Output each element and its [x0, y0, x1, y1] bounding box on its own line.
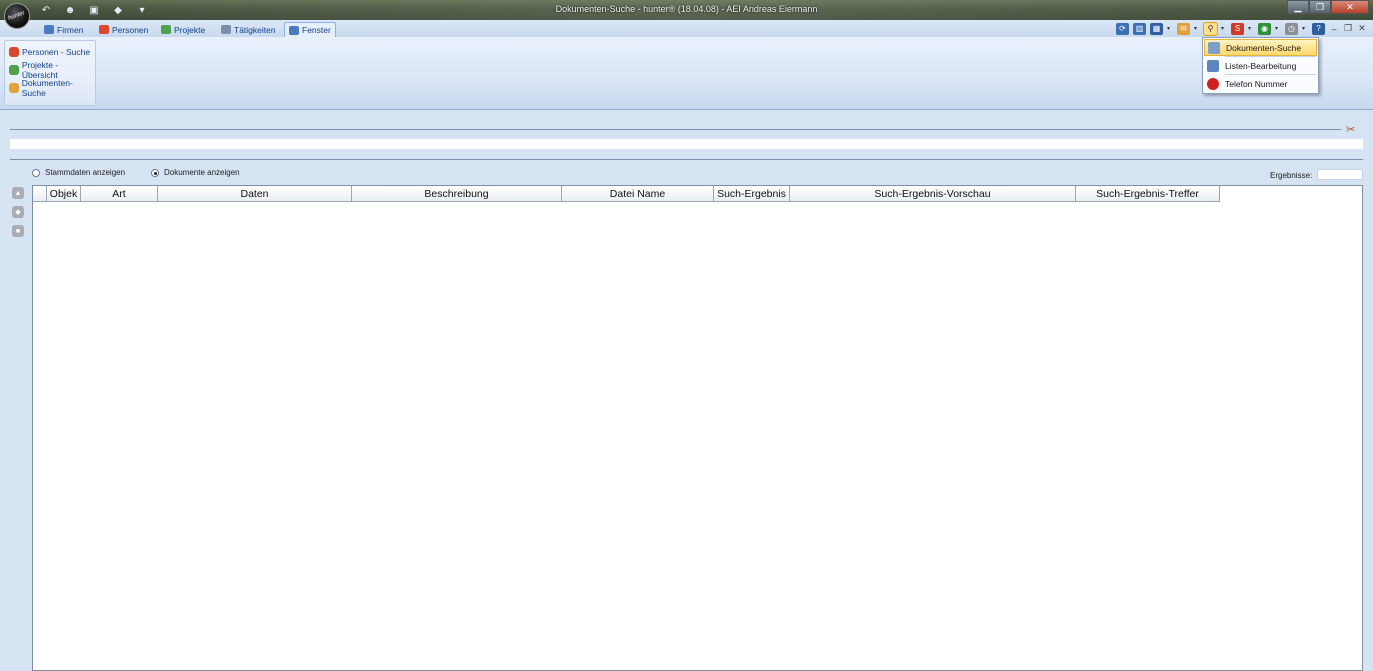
list-edit-icon [1207, 59, 1219, 72]
project-overview-icon [9, 65, 19, 75]
task-icon [221, 25, 231, 34]
tab-personen[interactable]: Personen [95, 22, 152, 37]
box-icon[interactable]: ■ [12, 225, 24, 237]
company-icon [44, 25, 54, 34]
minimize-ribbon-icon[interactable]: – [1329, 23, 1339, 35]
grid-header: Objek Art Daten Beschreibung Datei Name Such-… [33, 186, 1220, 202]
results-grid[interactable]: Objek Art Daten Beschreibung Datei Name Such-… [32, 185, 1363, 671]
document-search-icon [1208, 41, 1220, 54]
radio-dokumente[interactable] [151, 168, 159, 177]
column-header[interactable]: Daten [158, 186, 352, 202]
side-toolbar: ▲ ◆ ■ [12, 187, 24, 237]
minimize-button[interactable]: ▁ [1287, 0, 1309, 14]
ribbon-item-label: Dokumenten-Suche [21, 78, 73, 98]
tab-label: Personen [112, 24, 149, 35]
calendar-icon[interactable]: ▦ [1150, 22, 1163, 35]
column-header[interactable]: Objek [47, 186, 81, 202]
tab-firmen[interactable]: Firmen [40, 22, 87, 37]
radio-stammdaten[interactable] [32, 168, 40, 177]
ribbon-item-label: Personen - Suche [22, 47, 91, 57]
search-input[interactable] [10, 139, 1363, 149]
grid-corner[interactable] [33, 186, 47, 202]
results-label: Ergebnisse: [1270, 171, 1313, 180]
menu-item-document-search[interactable]: Dokumenten-Suche [1204, 39, 1317, 56]
chevron-down-icon[interactable]: ▾ [1275, 25, 1281, 32]
ribbon-body: Personen - Suche Projekte - Übersicht Doku… [0, 37, 1373, 110]
window-icon [289, 25, 299, 35]
help-icon[interactable]: ? [1312, 22, 1325, 35]
column-header[interactable]: Beschreibung [352, 186, 562, 202]
window-title: Dokumenten-Suche - hunter® (18.04.08) - … [555, 4, 818, 14]
option-stammdaten-label: Stammdaten anzeigen [45, 168, 126, 177]
menu-item-label: Dokumenten-Suche [1226, 42, 1302, 53]
tab-tätigkeiten[interactable]: Tätigkeiten [217, 22, 280, 37]
option-stammdaten[interactable]: Stammdaten anzeigen [32, 168, 125, 177]
tab-label: Fenster [302, 25, 331, 35]
app-logo-text: hunter [7, 10, 26, 22]
column-header[interactable]: Datei Name [562, 186, 714, 202]
divider [10, 129, 1341, 130]
menu-item-label: Telefon Nummer [1225, 78, 1288, 89]
column-header[interactable]: Such-Ergebnis [714, 186, 790, 202]
option-dokumente-label: Dokumente anzeigen [164, 168, 240, 177]
lock-icon[interactable]: ▲ [12, 187, 24, 199]
menu-item-phone[interactable]: Telefon Nummer [1204, 75, 1317, 92]
chevron-down-icon[interactable]: ▾ [1248, 25, 1254, 32]
main-area: ✂ Stammdaten anzeigen Dokumente anzeigen… [0, 111, 1373, 671]
menu-item-label: Listen-Bearbeitung [1225, 60, 1297, 71]
app-logo-button[interactable]: hunter [4, 3, 30, 29]
close-button[interactable]: ✕ [1331, 0, 1369, 14]
restore-button[interactable]: ❐ [1309, 0, 1331, 14]
search-dropdown-menu: Dokumenten-Suche Listen-Bearbeitung Telefo… [1202, 37, 1319, 94]
ribbon-item-person-search[interactable]: Personen - Suche [9, 45, 90, 59]
clock-icon[interactable]: ◷ [1285, 22, 1298, 35]
close-ribbon-icon[interactable]: ✕ [1357, 23, 1367, 35]
column-header[interactable]: Such-Ergebnis-Treffer [1076, 186, 1220, 202]
search-icon[interactable]: ⚲ [1203, 21, 1218, 36]
chevron-down-icon[interactable]: ▾ [1194, 25, 1200, 32]
chevron-down-icon[interactable]: ▾ [1221, 25, 1227, 32]
ribbon-item-project-overview[interactable]: Projekte - Übersicht [9, 60, 95, 80]
menu-item-list-edit[interactable]: Listen-Bearbeitung [1204, 57, 1317, 74]
restore-ribbon-icon[interactable]: ❐ [1343, 23, 1353, 35]
tab-label: Projekte [174, 24, 206, 35]
document-search-icon [9, 83, 19, 93]
ribbon-item-label: Projekte - Übersicht [21, 60, 59, 80]
title-bar: ↶ ☻ ▣ ◆ ▾ Dokumenten-Suche - hunter® (18.04.… [0, 0, 1373, 20]
ribbon-item-document-search[interactable]: Dokumenten-Suche [9, 78, 95, 98]
window-controls: ▁ ❐ ✕ [1287, 0, 1369, 14]
right-toolbar: ⟳ ▥ ▦ ▾ ✉ ▾ ⚲ ▾ S ▾ ◉ ▾ ◷ ▾? – ❐ ✕ [1116, 21, 1367, 36]
divider [10, 159, 1363, 160]
chevron-down-icon[interactable]: ▾ [1167, 25, 1173, 32]
person-icon [99, 25, 109, 34]
tab-projekte[interactable]: Projekte [157, 22, 209, 37]
option-dokumente[interactable]: Dokumente anzeigen [151, 168, 240, 177]
person-search-icon [9, 47, 19, 57]
tab-fenster[interactable]: Fenster [284, 22, 336, 37]
globe-icon[interactable]: ◉ [1258, 22, 1271, 35]
mail-icon[interactable]: ✉ [1177, 22, 1190, 35]
column-header[interactable]: Art [81, 186, 158, 202]
tab-label: Firmen [57, 24, 84, 35]
results-count [1317, 169, 1363, 180]
chevron-down-icon[interactable]: ▾ [1302, 25, 1308, 32]
pin-icon[interactable]: ✂ [1346, 123, 1359, 136]
hat-icon[interactable]: ◆ [12, 206, 24, 218]
phone-icon [1207, 77, 1219, 90]
project-icon [161, 25, 171, 34]
column-header[interactable]: Such-Ergebnis-Vorschau [790, 186, 1076, 202]
tab-label: Tätigkeiten [234, 24, 276, 35]
stop-icon[interactable]: S [1231, 22, 1244, 35]
ribbon-group-fenster: Personen - Suche Projekte - Übersicht Doku… [4, 40, 96, 106]
refresh-icon[interactable]: ⟳ [1116, 22, 1129, 35]
chart-icon[interactable]: ▥ [1133, 22, 1146, 35]
